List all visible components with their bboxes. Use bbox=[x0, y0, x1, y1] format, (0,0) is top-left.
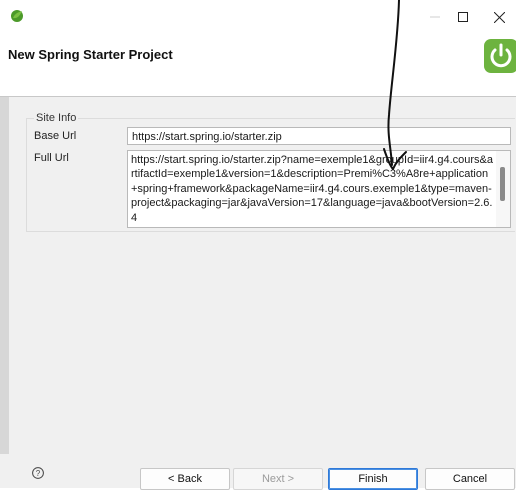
site-info-label: Site Info bbox=[34, 112, 79, 124]
next-button[interactable]: Next > bbox=[233, 468, 323, 490]
close-icon bbox=[493, 11, 505, 23]
full-url-text: https://start.spring.io/starter.zip?name… bbox=[131, 154, 493, 224]
maximize-button[interactable] bbox=[446, 4, 480, 30]
full-url-label: Full Url bbox=[34, 152, 69, 164]
eclipse-spring-icon bbox=[11, 10, 23, 22]
svg-text:?: ? bbox=[36, 469, 41, 478]
window-titlebar bbox=[0, 0, 516, 34]
finish-button[interactable]: Finish bbox=[328, 468, 418, 490]
minimize-icon bbox=[430, 16, 440, 18]
maximize-icon bbox=[458, 12, 468, 22]
dialog-title: New Spring Starter Project bbox=[8, 47, 173, 62]
left-border bbox=[0, 97, 9, 454]
close-button[interactable] bbox=[482, 4, 516, 30]
cancel-button[interactable]: Cancel bbox=[425, 468, 515, 490]
dialog-header: New Spring Starter Project bbox=[0, 34, 516, 96]
full-url-field[interactable]: https://start.spring.io/starter.zip?name… bbox=[127, 150, 511, 228]
back-button[interactable]: < Back bbox=[140, 468, 230, 490]
base-url-field[interactable]: https://start.spring.io/starter.zip bbox=[127, 127, 511, 145]
base-url-label: Base Url bbox=[34, 130, 77, 142]
dialog-body: Site Info Base Url https://start.spring.… bbox=[0, 96, 516, 454]
full-url-scrollbar-thumb[interactable] bbox=[500, 167, 505, 201]
spring-power-icon bbox=[484, 39, 516, 73]
help-icon[interactable]: ? bbox=[32, 467, 44, 479]
